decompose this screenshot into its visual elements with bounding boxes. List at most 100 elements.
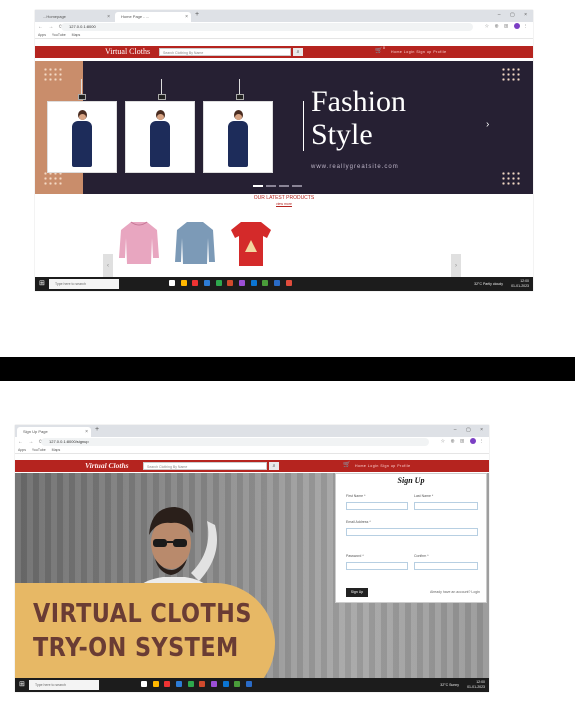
system-tray[interactable]: 32°C Partly cloudy [474,279,503,289]
bookmarks-bar: Apps YouTube Maps [35,32,533,39]
first-name-field[interactable] [346,502,408,510]
browser-tab-active[interactable]: Sign Up Page × [17,427,91,437]
chrome-icon[interactable] [192,280,199,287]
carousel-indicator[interactable] [253,185,263,187]
dot-pattern [501,67,521,81]
login-link[interactable]: Already have an account? Login [430,590,480,594]
close-icon[interactable]: × [185,12,188,22]
app-icon[interactable] [239,280,246,287]
app-icon[interactable] [187,681,194,688]
email-field[interactable] [346,528,478,536]
app-icon[interactable] [262,280,269,287]
bookmark-item[interactable]: Maps [72,33,81,37]
tab-label: Sign Up Page [23,429,48,434]
view-more-link[interactable]: view more [35,202,533,206]
windows-start-icon[interactable]: ⊞ [19,681,25,689]
bookmark-item[interactable]: Apps [38,33,46,37]
clock[interactable]: 12:00 01-01-2023 [467,680,485,690]
chrome-icon[interactable] [164,681,171,688]
app-icon[interactable] [215,280,222,287]
nav-links[interactable]: Home Login Sign up Profile [355,462,411,470]
close-icon[interactable]: × [107,12,110,22]
search-icon[interactable]: ⌕ [293,48,303,56]
profile-avatar[interactable] [469,438,476,444]
product-blue-sweater[interactable] [173,218,217,268]
app-icon[interactable] [274,280,281,287]
site-navbar: Virtual Cloths Search Clothing By Name ⌕… [35,46,533,58]
password-label: Password * [346,554,364,558]
system-tray[interactable]: 32°C Sunny [440,680,459,690]
carousel-indicator[interactable] [266,185,276,187]
prev-icon[interactable]: ‹ [103,254,113,278]
bookmark-item[interactable]: YouTube [32,448,46,452]
clock[interactable]: 12:00 01-01-2023 [511,279,529,289]
product-red-tshirt[interactable] [229,218,273,268]
last-name-field[interactable] [414,502,478,510]
app-icon[interactable] [234,681,241,688]
site-logo[interactable]: Virtual Cloths [105,47,150,56]
signup-button[interactable]: Sign Up [346,588,368,597]
browser-tab[interactable]: ...Homepage × [37,12,113,22]
divider-line [303,101,304,151]
windows-taskbar: ⊞ Type here to search 32°C Partly cloudy… [35,277,533,291]
next-icon[interactable]: › [451,254,461,278]
search-input[interactable]: Search Clothing By Name [159,48,291,56]
browser-tab-active[interactable]: Home Page - ... × [115,12,191,22]
nav-links[interactable]: Home Login Sign up Profile [391,48,447,56]
app-icon[interactable] [211,681,218,688]
cart-icon[interactable]: 🛒 [375,47,382,54]
profile-avatar[interactable] [513,23,520,29]
taskbar-search[interactable]: Type here to search [49,279,119,289]
app-icon[interactable] [246,681,253,688]
confirm-label: Confirm * [414,554,429,558]
extensions-icons[interactable]: ☆ ⊕ ⊞ ⋮ [485,23,530,29]
new-tab-icon[interactable]: + [195,11,199,18]
vscode-icon[interactable] [222,681,229,688]
product-pink-sweater[interactable] [117,218,161,268]
bookmarks-bar: Apps YouTube Maps [15,447,489,454]
clock-date: 01-01-2023 [467,685,485,689]
search-icon[interactable]: ⌕ [269,462,279,470]
dot-pattern [501,171,521,185]
vscode-icon[interactable] [250,280,257,287]
carousel-indicator[interactable] [279,185,289,187]
tab-label: ...Homepage [43,14,66,19]
hanger-icon [235,79,245,101]
password-field[interactable] [346,562,408,570]
form-title: Sign Up [397,476,425,485]
window-controls[interactable]: – ▢ × [498,10,531,20]
dot-pattern [43,171,63,185]
dot-pattern [43,67,63,81]
cart-icon[interactable]: 🛒 [343,461,350,468]
site-logo[interactable]: Virtual Cloths [85,461,129,470]
taskbar-apps[interactable] [141,680,256,690]
extensions-icons[interactable]: ☆ ⊕ ⊞ ⋮ [441,438,486,444]
bookmark-item[interactable]: Maps [52,448,61,452]
email-label: Email Address * [346,520,371,524]
close-icon[interactable]: × [85,427,88,437]
taskbar-search[interactable]: Type here to search [29,680,99,690]
app-icon[interactable] [285,280,292,287]
edge-icon[interactable] [204,280,211,287]
search-input[interactable]: Search Clothing By Name [143,462,267,470]
url-input[interactable]: 127.0.0.1:8000/signup [41,438,429,446]
bookmark-item[interactable]: Apps [18,448,26,452]
windows-start-icon[interactable]: ⊞ [39,280,45,288]
first-name-label: First Name * [346,494,366,498]
url-input[interactable]: 127.0.0.1:8000 [61,23,473,31]
taskbar-apps[interactable] [169,279,296,289]
app-icon[interactable] [227,280,234,287]
new-tab-icon[interactable]: + [95,426,99,433]
file-explorer-icon[interactable] [180,280,187,287]
window-controls[interactable]: – ▢ × [454,425,487,435]
screenshot-signup: Sign Up Page × + – ▢ × ← → ⟳ 127.0.0.1:8… [15,425,489,692]
bookmark-item[interactable]: YouTube [52,33,66,37]
taskview-icon[interactable] [169,280,175,287]
next-arrow-icon[interactable]: › [486,119,489,130]
app-icon[interactable] [199,681,206,688]
edge-icon[interactable] [176,681,183,688]
file-explorer-icon[interactable] [152,681,159,688]
carousel-indicator[interactable] [292,185,302,187]
confirm-password-field[interactable] [414,562,478,570]
taskview-icon[interactable] [141,681,147,688]
